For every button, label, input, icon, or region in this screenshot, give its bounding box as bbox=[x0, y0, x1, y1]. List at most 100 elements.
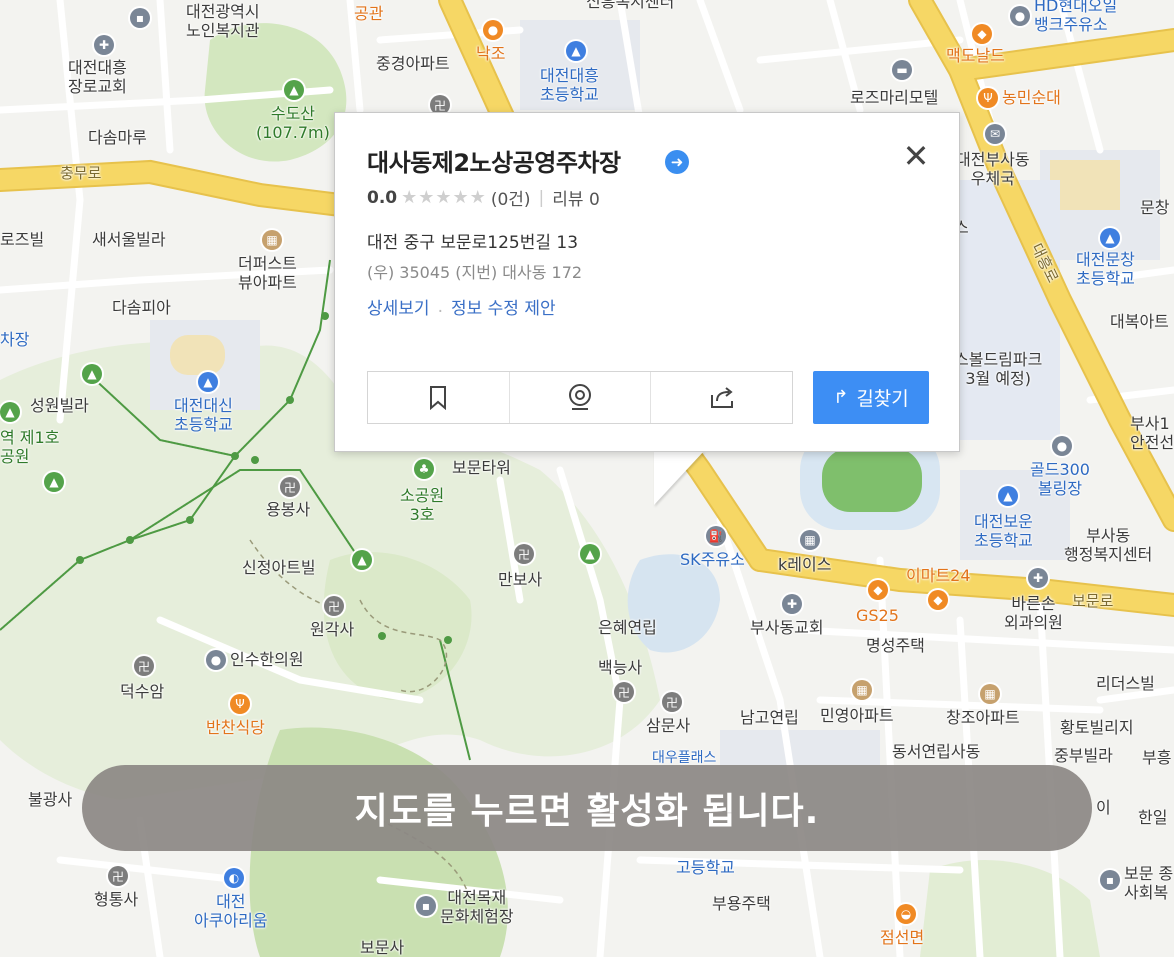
map-label: 대전광역시 노인복지관 bbox=[186, 2, 260, 41]
place-name[interactable]: 대사동제2노상공영주차장 bbox=[367, 143, 621, 178]
map-label: 대전부사동 우체국 bbox=[956, 150, 1030, 189]
museum-icon: ▪ bbox=[416, 896, 436, 916]
temple-icon: 卍 bbox=[324, 596, 344, 616]
clinic-icon: ● bbox=[206, 650, 226, 670]
restaurant-icon: Ψ bbox=[230, 694, 250, 714]
review-link[interactable]: 리뷰 0 bbox=[552, 185, 600, 210]
divider: | bbox=[538, 187, 545, 208]
place-address: 대전 중구 보문로125번길 13 bbox=[367, 233, 579, 253]
map-label: 대복아트 bbox=[1110, 312, 1169, 331]
cafe-icon: ◒ bbox=[896, 904, 916, 924]
hospital-icon: ✚ bbox=[1028, 568, 1048, 588]
map-label: 신정아트빌 bbox=[242, 558, 316, 577]
bowling-icon: ● bbox=[1052, 436, 1072, 456]
map-label: 성원빌라 bbox=[30, 396, 89, 415]
apartment-icon: ▦ bbox=[852, 680, 872, 700]
map-label: 이 bbox=[1096, 798, 1111, 817]
close-icon[interactable]: ✕ bbox=[901, 140, 931, 172]
church-icon: ✚ bbox=[782, 594, 802, 614]
post-office-icon: ✉ bbox=[985, 124, 1005, 144]
road-label: 보문로 bbox=[1072, 592, 1114, 610]
welfare-icon: ▪ bbox=[1100, 870, 1120, 890]
map-label: 형통사 bbox=[94, 890, 139, 909]
map-label: 스볼드림파크 ( 3월 예정) bbox=[954, 350, 1043, 389]
map-label: 더퍼스트 뷰아파트 bbox=[238, 254, 297, 293]
map-label: 황토빌리지 bbox=[1060, 718, 1134, 737]
place-links: 상세보기 . 정보 수정 제안 bbox=[367, 294, 556, 320]
map-label: 바른손 외과의원 bbox=[1004, 594, 1063, 633]
divider: . bbox=[437, 296, 443, 317]
map-label: SK주유소 bbox=[680, 550, 745, 569]
map-label: 대전대신 초등학교 bbox=[174, 396, 233, 435]
temple-icon: 卍 bbox=[108, 866, 128, 886]
map-label: 삼문사 bbox=[646, 716, 691, 735]
map-label: 신흥복지센터 bbox=[586, 0, 675, 11]
welfare-icon: ▪ bbox=[130, 8, 150, 28]
map-label: 낙조 bbox=[476, 44, 506, 63]
school-icon: ▲ bbox=[998, 486, 1018, 506]
motel-icon: ▬ bbox=[892, 60, 912, 80]
review-count: (0건) bbox=[490, 190, 531, 210]
map-label: 부사1 안전선 bbox=[1130, 414, 1174, 453]
temple-icon: 卍 bbox=[614, 682, 634, 702]
map-label: 용봉사 bbox=[266, 500, 311, 519]
school-icon: ▲ bbox=[198, 372, 218, 392]
map-label: 문창 bbox=[1140, 198, 1170, 217]
convenience-store-icon: ◆ bbox=[928, 590, 948, 610]
map-label: 인수한의원 bbox=[230, 650, 304, 669]
map-label: 대전문창 초등학교 bbox=[1076, 250, 1135, 289]
gas-station-icon: ⛽ bbox=[706, 526, 726, 546]
place-zip-lot: (우) 35045 (지번) 대사동 172 bbox=[367, 263, 583, 282]
roadview-icon bbox=[569, 383, 591, 410]
map-label: 덕수암 bbox=[120, 682, 165, 701]
park-icon: ▲ bbox=[82, 364, 102, 384]
place-info-popup: 대사동제2노상공영주차장 ➜ ✕ 0.0 ★★★★★ (0건) | 리뷰 0 대… bbox=[334, 112, 960, 452]
park-icon: ▲ bbox=[44, 472, 64, 492]
map-label: 만보사 bbox=[498, 570, 543, 589]
share-button[interactable] bbox=[651, 372, 792, 423]
activate-map-overlay[interactable]: 지도를 누르면 활성화 됩니다. bbox=[82, 765, 1092, 851]
map-label: 부사동 행정복지센터 bbox=[1064, 526, 1153, 565]
share-icon bbox=[710, 386, 733, 408]
roadview-button[interactable] bbox=[510, 372, 652, 423]
map-label: 로즈빌 bbox=[0, 230, 45, 249]
map-label: 민영아파트 bbox=[820, 706, 894, 725]
map-label: 소공원 3호 bbox=[400, 486, 445, 525]
park-icon: ▲ bbox=[580, 544, 600, 564]
road-label: 충무로 bbox=[60, 164, 102, 182]
edit-suggest-link[interactable]: 정보 수정 제안 bbox=[451, 294, 556, 319]
school-icon: ▲ bbox=[566, 41, 586, 61]
map-label: 대전 아쿠아리움 bbox=[194, 892, 268, 931]
map-label: 남고연립 bbox=[740, 708, 799, 727]
map-label: 맥도날드 bbox=[946, 46, 1005, 65]
map-label: 골드300 볼링장 bbox=[1030, 460, 1090, 499]
map-label: 반찬식당 bbox=[206, 718, 265, 737]
route-icon: ↱ bbox=[833, 387, 849, 408]
map-label: 대전대흥 장로교회 bbox=[68, 58, 127, 97]
detail-link[interactable]: 상세보기 bbox=[367, 294, 430, 319]
map-label: 리더스빌 bbox=[1096, 674, 1155, 693]
bookmark-button[interactable] bbox=[368, 372, 510, 423]
directions-button[interactable]: ↱ 길찾기 bbox=[813, 371, 929, 424]
map-label: 대전대흥 초등학교 bbox=[540, 66, 599, 105]
mountain-icon: ▲ bbox=[284, 80, 304, 100]
overlay-text: 지도를 누르면 활성화 됩니다. bbox=[354, 791, 820, 832]
map-label: 이마트24 bbox=[906, 566, 971, 585]
rating-score: 0.0 bbox=[367, 187, 398, 208]
map-label: 부사동교회 bbox=[750, 618, 824, 637]
temple-icon: 卍 bbox=[662, 692, 682, 712]
map-label: 차장 bbox=[0, 330, 30, 349]
map-label: 보문사 bbox=[360, 938, 405, 957]
map-label: 점선면 bbox=[880, 928, 925, 947]
arrow-right-icon[interactable]: ➜ bbox=[665, 150, 689, 174]
building-icon: ▦ bbox=[800, 530, 820, 550]
map-label: 대전목재 문화체험장 bbox=[440, 888, 514, 927]
oil-bank-icon: ● bbox=[1010, 6, 1030, 26]
map-label: 역 제1호 공원 bbox=[0, 428, 60, 467]
map-label: 부용주택 bbox=[712, 894, 771, 913]
map-label: 고등학교 bbox=[676, 858, 735, 877]
map-label: 동서연립사동 bbox=[892, 742, 981, 761]
apartment-icon: ▦ bbox=[262, 230, 282, 250]
map-label: 한일 bbox=[1138, 808, 1168, 827]
park-icon: ♣ bbox=[414, 459, 434, 479]
